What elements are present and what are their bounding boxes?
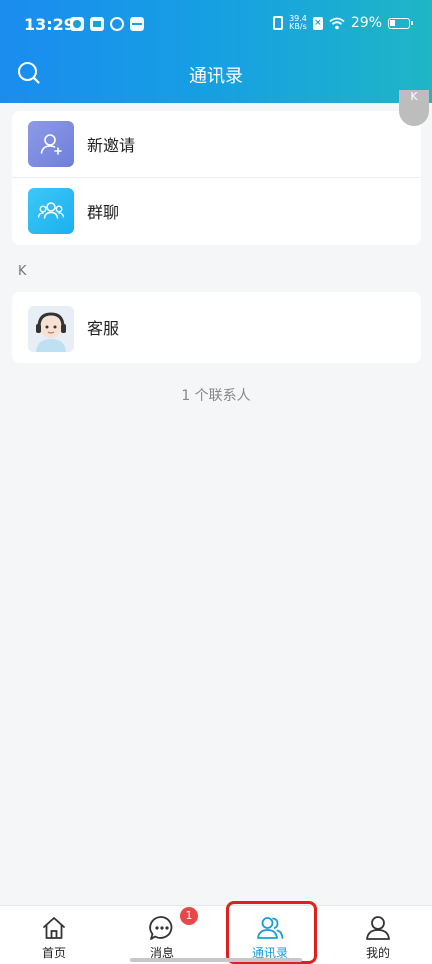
contact-name: 客服 — [87, 319, 120, 338]
profile-icon — [366, 916, 390, 940]
tab-home-label: 首页 — [41, 946, 66, 960]
battery-percent: 29% — [350, 15, 382, 31]
status-bar: 13:29 39.4 KB/s × 29% — [0, 0, 432, 52]
group-chat-tile — [28, 188, 74, 234]
tab-home[interactable]: 首页 — [0, 906, 108, 964]
index-letter-badge[interactable]: K — [399, 90, 429, 126]
index-letter: K — [410, 90, 418, 103]
notification-icons — [70, 17, 144, 31]
vibrate-icon — [273, 16, 284, 30]
tab-profile[interactable]: 我的 — [324, 906, 432, 964]
page-title: 通讯录 — [189, 66, 243, 87]
network-speed: 39.4 KB/s — [289, 15, 307, 31]
group-chat-label: 群聊 — [87, 203, 120, 222]
new-invite-tile — [28, 121, 74, 167]
home-icon — [43, 917, 65, 939]
unread-badge: 1 — [180, 907, 198, 925]
contact-row[interactable]: 客服 — [12, 294, 421, 360]
support-avatar-image — [28, 306, 74, 352]
contacts-card: 客服 — [12, 292, 421, 363]
new-invite-row[interactable]: 新邀请 — [12, 111, 421, 177]
section-header: K — [18, 264, 27, 279]
contact-count: 1 个联系人 — [181, 388, 251, 404]
highlight-box — [226, 901, 317, 964]
group-chat-row[interactable]: 群聊 — [12, 178, 421, 244]
actions-card: 新邀请 群聊 — [12, 111, 421, 245]
wifi-icon — [329, 17, 345, 29]
tab-profile-label: 我的 — [365, 946, 390, 960]
tab-messages[interactable]: 消息 — [108, 906, 216, 964]
app-notification-icon — [70, 17, 84, 31]
network-speed-unit: KB/s — [289, 22, 307, 31]
battery-icon — [388, 17, 413, 29]
no-sim-icon: × — [312, 16, 323, 30]
new-invite-label: 新邀请 — [87, 136, 136, 155]
message-icon — [149, 916, 173, 940]
group-icon — [37, 202, 65, 219]
app-notification-icon-2 — [130, 17, 144, 31]
sync-notification-icon — [110, 17, 124, 31]
status-right: 39.4 KB/s × 29% — [273, 15, 413, 31]
home-indicator — [130, 958, 302, 962]
support-avatar — [28, 306, 74, 352]
calendar-notification-icon — [90, 17, 104, 31]
add-user-icon — [40, 134, 62, 155]
bottom-tab-bar: 首页 消息 通讯录 我的 — [0, 905, 432, 964]
status-time: 13:29 — [24, 15, 75, 34]
app-header: 13:29 39.4 KB/s × 29% 通讯录 — [0, 0, 432, 103]
